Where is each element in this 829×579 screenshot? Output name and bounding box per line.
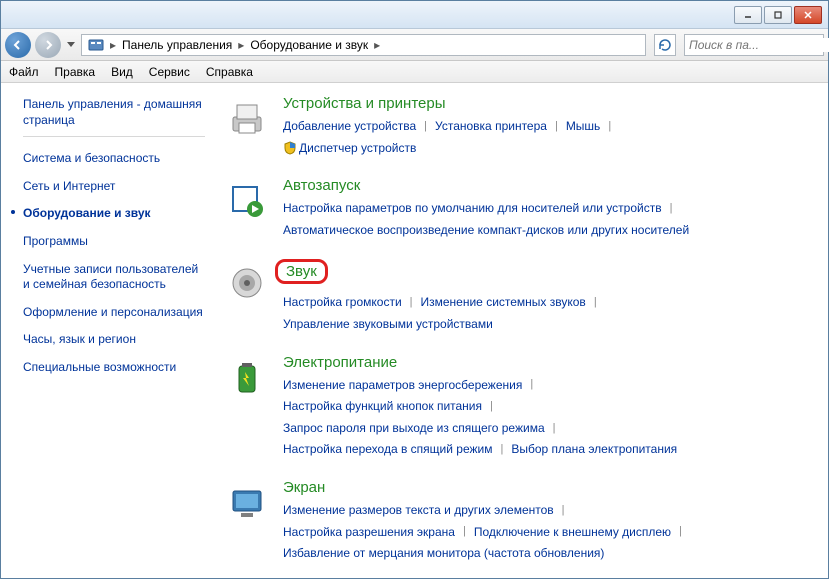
- control-panel-window: ▸ Панель управления ▸ Оборудование и зву…: [0, 0, 829, 579]
- link-refresh-rate[interactable]: Избавление от мерцания монитора (частота…: [283, 543, 604, 565]
- sidebar-home[interactable]: Панель управления - домашняя страница: [23, 97, 205, 128]
- shield-icon: [283, 141, 297, 155]
- sidebar: Панель управления - домашняя страница Си…: [1, 83, 215, 578]
- link-add-device[interactable]: Добавление устройства: [283, 116, 416, 138]
- minimize-button[interactable]: [734, 6, 762, 24]
- forward-button[interactable]: [35, 32, 61, 58]
- link-system-sounds[interactable]: Изменение системных звуков: [421, 292, 586, 314]
- chevron-right-icon: ▸: [236, 38, 246, 52]
- link-mouse[interactable]: Мышь: [566, 116, 601, 138]
- link-power-plan[interactable]: Выбор плана электропитания: [511, 439, 677, 461]
- navbar: ▸ Панель управления ▸ Оборудование и зву…: [1, 29, 828, 61]
- chevron-right-icon: ▸: [108, 38, 118, 52]
- sidebar-item-clock[interactable]: Часы, язык и регион: [23, 326, 205, 354]
- refresh-button[interactable]: [654, 34, 676, 56]
- link-device-manager[interactable]: Диспетчер устройств: [299, 138, 416, 160]
- search-input[interactable]: [689, 38, 829, 52]
- menu-file[interactable]: Файл: [9, 65, 39, 79]
- link-wake-password[interactable]: Запрос пароля при выходе из спящего режи…: [283, 418, 545, 440]
- link-power-buttons[interactable]: Настройка функций кнопок питания: [283, 396, 482, 418]
- link-media-defaults[interactable]: Настройка параметров по умолчанию для но…: [283, 198, 662, 220]
- content-area: Панель управления - домашняя страница Си…: [1, 83, 828, 578]
- link-resolution[interactable]: Настройка разрешения экрана: [283, 522, 455, 544]
- category-title-sound[interactable]: Звук: [275, 259, 328, 284]
- category-autoplay: Автозапуск Настройка параметров по умолч…: [223, 177, 828, 241]
- breadcrumb-hardware-sound[interactable]: Оборудование и звук: [246, 38, 372, 52]
- search-box[interactable]: [684, 34, 824, 56]
- menu-edit[interactable]: Правка: [55, 65, 96, 79]
- category-title-power[interactable]: Электропитание: [283, 354, 828, 371]
- main-panel: Устройства и принтеры Добавление устройс…: [215, 83, 828, 578]
- breadcrumb[interactable]: ▸ Панель управления ▸ Оборудование и зву…: [81, 34, 646, 56]
- close-button[interactable]: [794, 6, 822, 24]
- devices-printers-icon: [223, 95, 271, 143]
- chevron-right-icon: ▸: [372, 38, 382, 52]
- category-devices: Устройства и принтеры Добавление устройс…: [223, 95, 828, 159]
- link-audio-devices[interactable]: Управление звуковыми устройствами: [283, 314, 493, 336]
- sidebar-item-appearance[interactable]: Оформление и персонализация: [23, 299, 205, 327]
- category-power: Электропитание Изменение параметров энер…: [223, 354, 828, 461]
- sidebar-item-accounts[interactable]: Учетные записи пользователей и семейная …: [23, 256, 205, 299]
- category-title-devices[interactable]: Устройства и принтеры: [283, 95, 828, 112]
- sidebar-item-programs[interactable]: Программы: [23, 228, 205, 256]
- link-add-printer[interactable]: Установка принтера: [435, 116, 547, 138]
- titlebar: [1, 1, 828, 29]
- monitor-icon: [223, 479, 271, 527]
- autoplay-icon: [223, 177, 271, 225]
- category-title-autoplay[interactable]: Автозапуск: [283, 177, 828, 194]
- menubar: Файл Правка Вид Сервис Справка: [1, 61, 828, 83]
- link-sleep-settings[interactable]: Настройка перехода в спящий режим: [283, 439, 492, 461]
- link-text-size[interactable]: Изменение размеров текста и других элеме…: [283, 500, 554, 522]
- menu-help[interactable]: Справка: [206, 65, 253, 79]
- link-cd-autoplay[interactable]: Автоматическое воспроизведение компакт-д…: [283, 220, 689, 242]
- sidebar-item-system[interactable]: Система и безопасность: [23, 145, 205, 173]
- sidebar-separator: [23, 136, 205, 137]
- category-display: Экран Изменение размеров текста и других…: [223, 479, 828, 565]
- menu-tools[interactable]: Сервис: [149, 65, 190, 79]
- category-title-display[interactable]: Экран: [283, 479, 828, 496]
- control-panel-icon: [88, 37, 104, 53]
- link-volume[interactable]: Настройка громкости: [283, 292, 402, 314]
- sidebar-item-network[interactable]: Сеть и Интернет: [23, 173, 205, 201]
- power-icon: [223, 354, 271, 402]
- menu-view[interactable]: Вид: [111, 65, 133, 79]
- breadcrumb-control-panel[interactable]: Панель управления: [118, 38, 236, 52]
- link-external-display[interactable]: Подключение к внешнему дисплею: [474, 522, 671, 544]
- sidebar-item-accessibility[interactable]: Специальные возможности: [23, 354, 205, 382]
- link-power-saving[interactable]: Изменение параметров энергосбережения: [283, 375, 522, 397]
- category-sound: Звук Настройка громкости| Изменение сист…: [223, 259, 828, 335]
- speaker-icon: [223, 259, 271, 307]
- history-dropdown[interactable]: [65, 35, 77, 55]
- maximize-button[interactable]: [764, 6, 792, 24]
- sidebar-item-hardware[interactable]: Оборудование и звук: [23, 200, 205, 228]
- back-button[interactable]: [5, 32, 31, 58]
